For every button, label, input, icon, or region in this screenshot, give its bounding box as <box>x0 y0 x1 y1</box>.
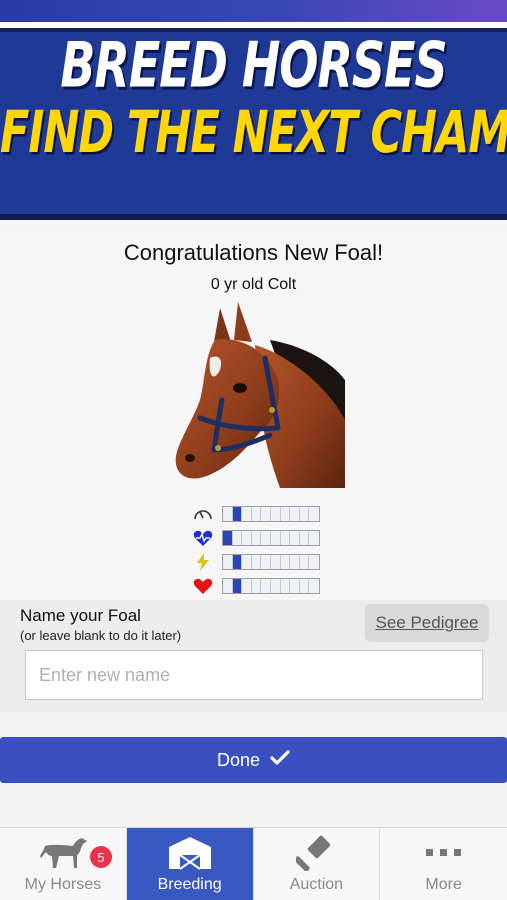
name-hint: (or leave blank to do it later) <box>20 628 182 643</box>
speed-gauge-icon <box>192 505 214 523</box>
checkmark-icon <box>270 749 290 771</box>
stat-segment <box>223 579 233 593</box>
stat-segment <box>309 531 319 545</box>
stat-segment <box>271 555 281 569</box>
heart-icon <box>192 577 214 595</box>
stat-segment <box>242 555 252 569</box>
horse-portrait <box>175 302 345 488</box>
stat-segment <box>290 507 300 521</box>
stat-segment <box>261 579 271 593</box>
stat-bar-stamina <box>222 530 320 546</box>
foal-subtitle: 0 yr old Colt <box>210 276 297 293</box>
stat-segment <box>242 579 252 593</box>
stat-segment <box>281 507 291 521</box>
stat-row-health <box>192 577 322 595</box>
stat-segment <box>271 507 281 521</box>
stat-segment <box>223 507 233 521</box>
barn-icon <box>127 834 253 872</box>
foal-title: Congratulations New Foal! <box>123 240 384 265</box>
top-gradient-strip <box>0 0 507 22</box>
lightning-icon <box>192 553 214 571</box>
done-button[interactable]: Done <box>0 737 507 783</box>
nav-item-breeding[interactable]: Breeding <box>126 828 254 900</box>
stat-segment <box>232 507 243 521</box>
stat-segment <box>271 531 281 545</box>
stat-segment <box>281 531 291 545</box>
see-pedigree-button[interactable]: See Pedigree <box>365 604 489 642</box>
nav-item-auction[interactable]: Auction <box>254 828 381 900</box>
nav-label-breeding: Breeding <box>157 876 222 893</box>
stat-segment <box>309 507 319 521</box>
banner-tagline: FIND THE NEXT CHAMP! <box>0 99 507 167</box>
name-label: Name your Foal <box>20 606 141 625</box>
stat-segment <box>252 531 262 545</box>
stat-row-speed <box>192 505 322 523</box>
stat-segment <box>252 507 262 521</box>
done-button-label: Done <box>216 749 261 770</box>
stat-segment <box>300 507 310 521</box>
stat-segment <box>290 579 300 593</box>
stat-segment <box>232 555 243 569</box>
more-dots-icon <box>380 834 507 872</box>
stat-segment <box>242 531 252 545</box>
stat-segment <box>242 507 252 521</box>
notification-badge: 5 <box>90 846 112 868</box>
nav-label-my-horses: My Horses <box>24 876 102 893</box>
stat-segment <box>300 579 310 593</box>
stat-segment <box>261 555 271 569</box>
stat-segment <box>309 579 319 593</box>
stat-segment <box>271 579 281 593</box>
app-screen: BREED HORSES FIND THE NEXT CHAMP! Congra… <box>0 0 507 900</box>
stat-segment <box>290 531 300 545</box>
stat-segment <box>281 555 291 569</box>
stat-row-stamina <box>192 529 322 547</box>
stat-segment <box>223 555 233 569</box>
stat-segment <box>309 555 319 569</box>
stat-segment <box>233 531 243 545</box>
stat-segment <box>223 531 233 545</box>
stat-bar-speed <box>222 506 320 522</box>
stat-segment <box>261 507 271 521</box>
stat-segment <box>281 579 291 593</box>
bottom-nav: 5 My Horses Breeding Auction More <box>0 827 507 900</box>
nav-item-more[interactable]: More <box>380 828 507 900</box>
stat-segment <box>290 555 300 569</box>
stat-segment <box>252 579 262 593</box>
nav-label-more: More <box>425 876 462 893</box>
stat-segment <box>261 531 271 545</box>
foal-name-input[interactable] <box>25 650 483 700</box>
stat-segment <box>232 579 243 593</box>
content-spacer <box>0 783 507 827</box>
gavel-icon <box>254 834 380 872</box>
banner-headline: BREED HORSES <box>60 28 447 102</box>
heartbeat-icon <box>192 529 214 547</box>
nav-item-my-horses[interactable]: 5 My Horses <box>0 828 127 900</box>
stat-segment <box>300 531 310 545</box>
stat-segment <box>252 555 262 569</box>
stat-bar-health <box>222 578 320 594</box>
stat-segment <box>300 555 310 569</box>
nav-label-auction: Auction <box>289 876 344 893</box>
stat-bar-acceleration <box>222 554 320 570</box>
stat-row-acceleration <box>192 553 322 571</box>
